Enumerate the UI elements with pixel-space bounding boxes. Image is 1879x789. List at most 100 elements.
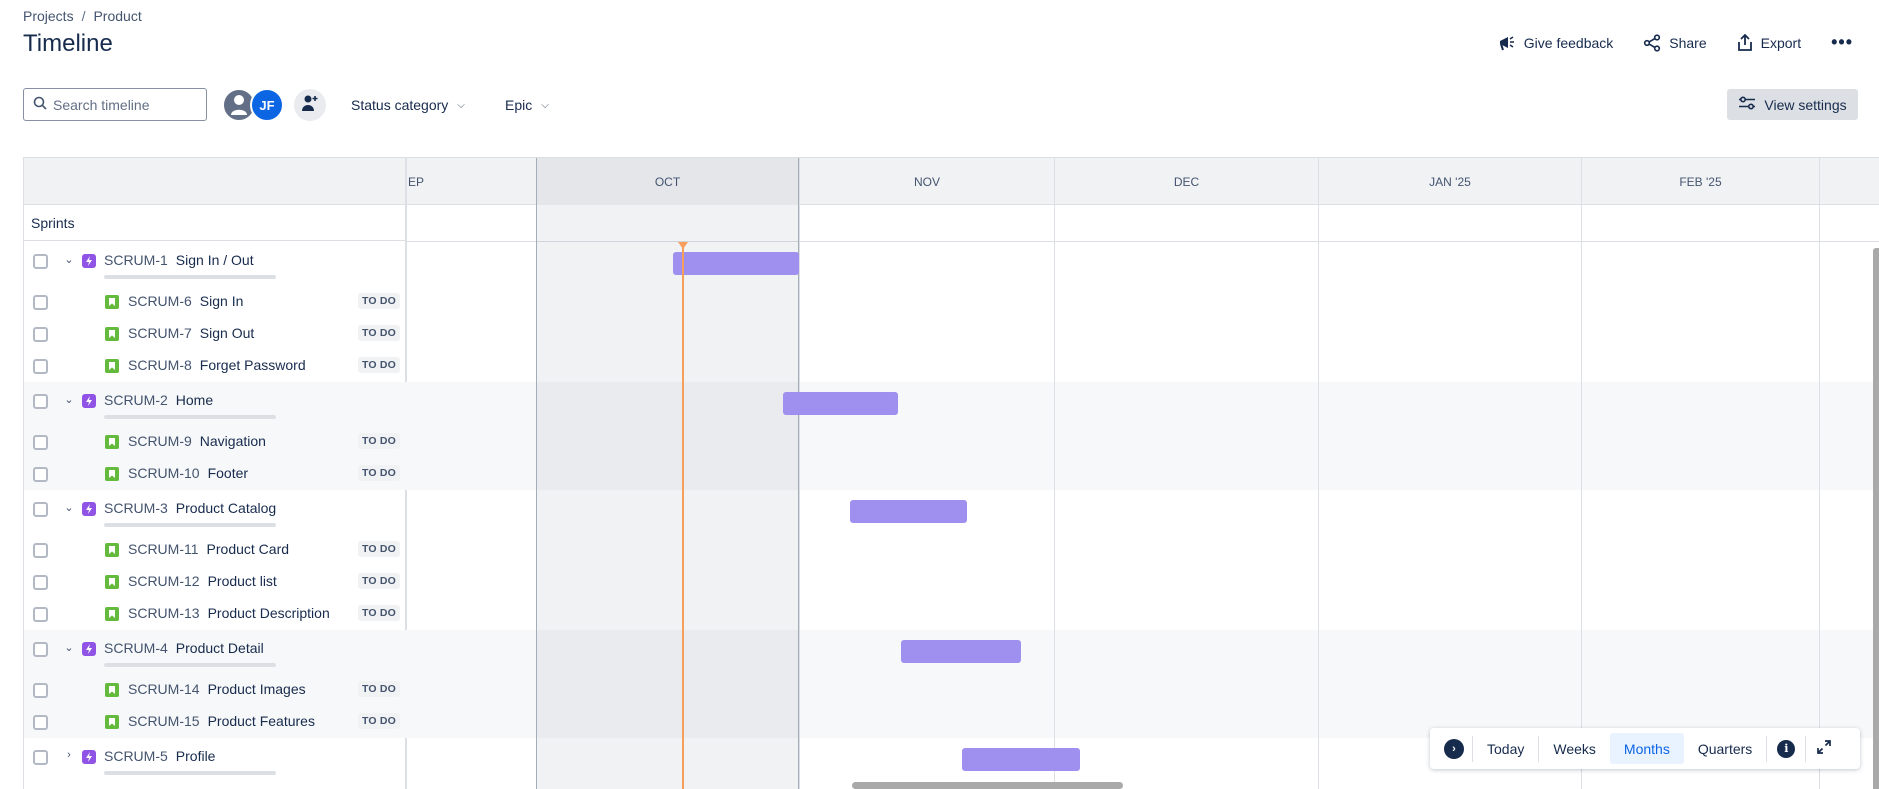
- issue-key[interactable]: SCRUM-5: [104, 748, 168, 764]
- chevron-down-icon[interactable]: ⌄: [62, 253, 76, 266]
- epic-row[interactable]: ⌄ SCRUM-4 Product Detail: [24, 630, 407, 674]
- story-row[interactable]: SCRUM-14 Product Images TO DO: [24, 674, 407, 706]
- info-button[interactable]: i: [1767, 733, 1805, 764]
- issue-key[interactable]: SCRUM-8: [128, 357, 192, 373]
- issue-key[interactable]: SCRUM-11: [128, 541, 199, 557]
- month-column: [1054, 205, 1318, 789]
- issue-summary[interactable]: Sign In: [200, 293, 244, 309]
- fullscreen-button[interactable]: [1806, 733, 1842, 764]
- story-row[interactable]: SCRUM-10 Footer TO DO: [24, 458, 407, 490]
- story-row[interactable]: SCRUM-12 Product list TO DO: [24, 566, 407, 598]
- issue-key[interactable]: SCRUM-9: [128, 433, 192, 449]
- add-people-button[interactable]: [294, 89, 326, 121]
- search-timeline-field[interactable]: [23, 88, 207, 121]
- issue-summary[interactable]: Product list: [208, 573, 277, 589]
- issue-key[interactable]: SCRUM-4: [104, 640, 168, 656]
- epic-row[interactable]: › SCRUM-5 Profile: [24, 738, 407, 782]
- row-checkbox[interactable]: [33, 714, 48, 730]
- issue-summary[interactable]: Sign Out: [200, 325, 254, 341]
- row-checkbox[interactable]: [33, 253, 48, 269]
- chevron-right-icon[interactable]: ›: [62, 749, 76, 761]
- issue-summary[interactable]: Product Description: [208, 605, 330, 621]
- story-icon: [105, 607, 119, 621]
- issue-summary[interactable]: Home: [176, 392, 213, 408]
- quarters-button[interactable]: Quarters: [1684, 733, 1766, 764]
- row-checkbox[interactable]: [33, 501, 48, 517]
- row-checkbox[interactable]: [33, 641, 48, 657]
- issue-summary[interactable]: Forget Password: [200, 357, 306, 373]
- story-row[interactable]: SCRUM-11 Product Card TO DO: [24, 534, 407, 566]
- breadcrumb-product[interactable]: Product: [93, 8, 141, 24]
- breadcrumb-projects[interactable]: Projects: [23, 8, 74, 24]
- issue-key[interactable]: SCRUM-1: [104, 252, 168, 268]
- story-row[interactable]: SCRUM-7 Sign Out TO DO: [24, 318, 407, 350]
- horizontal-scrollbar[interactable]: [852, 782, 1123, 789]
- issue-summary[interactable]: Product Detail: [176, 640, 264, 656]
- epic-filter[interactable]: Epic ⌵: [505, 92, 549, 118]
- issue-summary[interactable]: Sign In / Out: [176, 252, 254, 268]
- chevron-down-icon[interactable]: ⌄: [62, 641, 76, 654]
- epic-bar-scrum-3[interactable]: [850, 500, 968, 523]
- issue-summary[interactable]: Product Features: [208, 713, 315, 729]
- epic-bar-scrum-4[interactable]: [901, 640, 1021, 663]
- list-header: [24, 158, 405, 205]
- issue-summary[interactable]: Footer: [208, 465, 248, 481]
- chevron-down-icon[interactable]: ⌄: [62, 501, 76, 514]
- share-button[interactable]: Share: [1643, 33, 1707, 52]
- more-actions-button[interactable]: •••: [1831, 32, 1853, 53]
- status-category-filter[interactable]: Status category ⌵: [351, 92, 465, 118]
- issue-key[interactable]: SCRUM-3: [104, 500, 168, 516]
- row-checkbox[interactable]: [33, 466, 48, 482]
- epic-bar-scrum-5[interactable]: [962, 748, 1081, 771]
- row-checkbox[interactable]: [33, 294, 48, 310]
- issue-key[interactable]: SCRUM-7: [128, 325, 192, 341]
- issue-key[interactable]: SCRUM-10: [128, 465, 200, 481]
- row-checkbox[interactable]: [33, 358, 48, 374]
- row-checkbox[interactable]: [33, 606, 48, 622]
- issue-summary[interactable]: Product Catalog: [176, 500, 276, 516]
- export-button[interactable]: Export: [1737, 33, 1801, 52]
- story-row[interactable]: SCRUM-9 Navigation TO DO: [24, 426, 407, 458]
- vertical-scrollbar[interactable]: [1873, 248, 1879, 789]
- issue-summary[interactable]: Profile: [176, 748, 216, 764]
- story-row[interactable]: SCRUM-15 Product Features TO DO: [24, 706, 407, 738]
- give-feedback-button[interactable]: Give feedback: [1498, 35, 1613, 51]
- row-checkbox[interactable]: [33, 326, 48, 342]
- avatar-jf[interactable]: JF: [250, 88, 284, 122]
- issue-key[interactable]: SCRUM-14: [128, 681, 200, 697]
- collapse-toolbar-button[interactable]: ›: [1436, 733, 1472, 764]
- issue-summary[interactable]: Product Images: [208, 681, 306, 697]
- story-row[interactable]: SCRUM-13 Product Description TO DO: [24, 598, 407, 630]
- epic-bar-scrum-2[interactable]: [783, 392, 899, 415]
- sprints-row[interactable]: Sprints: [24, 205, 405, 241]
- page-title: Timeline: [23, 30, 113, 57]
- megaphone-icon: [1498, 35, 1516, 51]
- row-checkbox[interactable]: [33, 682, 48, 698]
- epic-row[interactable]: ⌄ SCRUM-2 Home: [24, 382, 407, 426]
- issue-summary[interactable]: Navigation: [200, 433, 266, 449]
- row-checkbox[interactable]: [33, 542, 48, 558]
- issue-key[interactable]: SCRUM-13: [128, 605, 200, 621]
- row-checkbox[interactable]: [33, 393, 48, 409]
- story-row[interactable]: SCRUM-8 Forget Password TO DO: [24, 350, 407, 382]
- story-icon: [105, 435, 119, 449]
- row-checkbox[interactable]: [33, 749, 48, 765]
- row-checkbox[interactable]: [33, 574, 48, 590]
- issue-key[interactable]: SCRUM-15: [128, 713, 200, 729]
- months-button[interactable]: Months: [1609, 733, 1684, 764]
- row-checkbox[interactable]: [33, 434, 48, 450]
- epic-row[interactable]: ⌄ SCRUM-1 Sign In / Out: [24, 242, 407, 286]
- timeline-grid: EP OCT NOV DEC JAN '25 FEB '25 Sprints ⌄ SCRUM…: [23, 157, 1879, 789]
- weeks-button[interactable]: Weeks: [1539, 733, 1610, 764]
- chevron-down-icon[interactable]: ⌄: [62, 393, 76, 406]
- issue-key[interactable]: SCRUM-6: [128, 293, 192, 309]
- issue-key[interactable]: SCRUM-12: [128, 573, 200, 589]
- story-row[interactable]: SCRUM-6 Sign In TO DO: [24, 286, 407, 318]
- search-input[interactable]: [53, 96, 203, 113]
- epic-row[interactable]: ⌄ SCRUM-3 Product Catalog: [24, 490, 407, 534]
- today-button[interactable]: Today: [1473, 733, 1538, 764]
- view-settings-button[interactable]: View settings: [1727, 89, 1858, 120]
- epic-bar-scrum-1[interactable]: [672, 252, 799, 275]
- issue-summary[interactable]: Product Card: [207, 541, 289, 557]
- issue-key[interactable]: SCRUM-2: [104, 392, 168, 408]
